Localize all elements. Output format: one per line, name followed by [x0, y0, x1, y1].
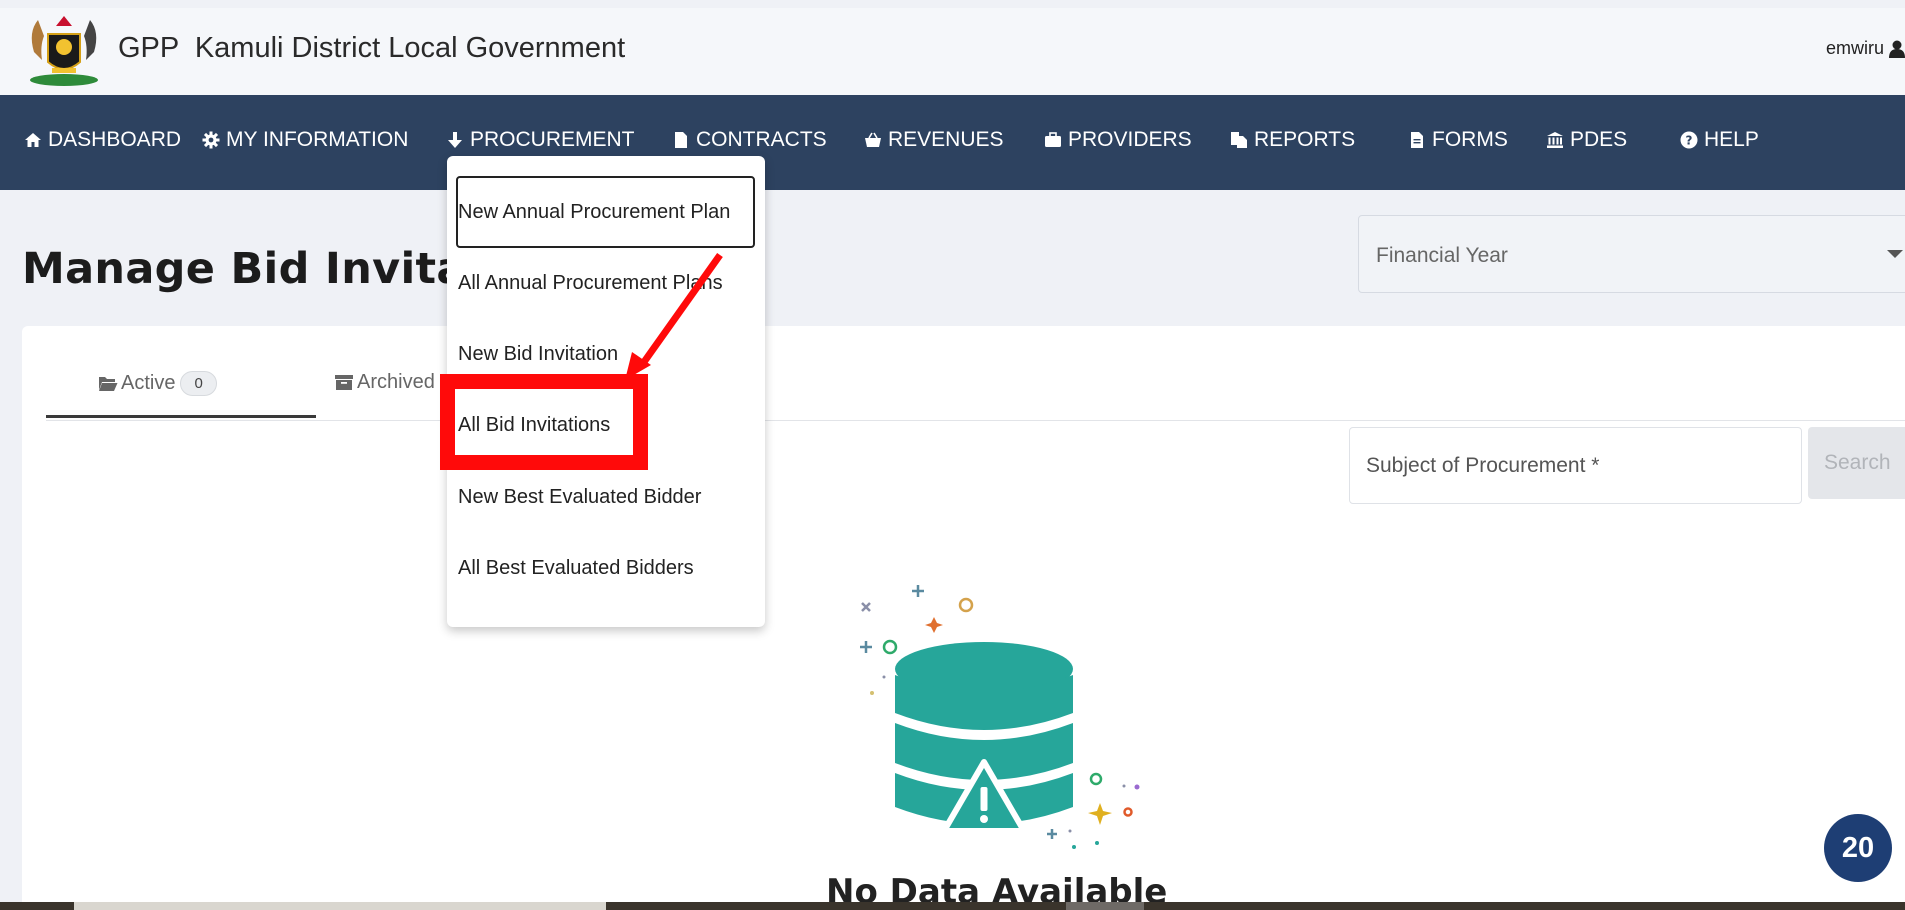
app-title: GPP Kamuli District Local Government — [118, 32, 626, 64]
tab-label: Active — [121, 372, 176, 394]
menu-item-new-annual-procurement-plan[interactable]: New Annual Procurement Plan — [458, 201, 730, 224]
question-icon: ? — [1680, 131, 1698, 149]
folder-open-icon — [99, 377, 118, 391]
nav-procurement[interactable]: PROCUREMENT — [446, 128, 635, 152]
annotation-highlight-box — [440, 374, 648, 470]
bank-icon — [1547, 132, 1563, 148]
nav-forms[interactable]: FORMS — [1408, 128, 1508, 152]
financial-year-select[interactable]: Financial Year — [1358, 215, 1905, 293]
tab-label: Archived — [357, 371, 435, 393]
menu-item-new-best-evaluated-bidder[interactable]: New Best Evaluated Bidder — [458, 486, 701, 509]
nav-pdes[interactable]: PDES — [1546, 128, 1627, 152]
user-icon — [1889, 40, 1905, 58]
nav-providers[interactable]: PROVIDERS — [1044, 128, 1192, 152]
nav-reports[interactable]: REPORTS — [1230, 128, 1355, 152]
nav-label: REVENUES — [888, 128, 1004, 151]
active-tab-indicator — [46, 415, 316, 418]
count-badge: 0 — [180, 371, 217, 396]
user-menu[interactable]: emwiru — [1826, 38, 1905, 59]
nav-contracts[interactable]: CONTRACTS — [672, 128, 827, 152]
menu-item-all-best-evaluated-bidders[interactable]: All Best Evaluated Bidders — [458, 557, 694, 580]
basket-icon — [865, 132, 881, 147]
arrow-down-icon — [448, 132, 462, 148]
tab-archived[interactable]: Archived — [334, 371, 435, 394]
home-icon — [25, 133, 41, 147]
menu-item-all-annual-procurement-plans[interactable]: All Annual Procurement Plans — [458, 272, 723, 295]
bottom-taskbar-strip — [0, 902, 1905, 910]
file-icon — [675, 132, 687, 148]
tab-active[interactable]: Active 0 — [98, 371, 217, 396]
nav-label: CONTRACTS — [696, 128, 827, 151]
gear-icon — [202, 131, 220, 149]
file-text-icon — [1411, 132, 1423, 148]
step-counter-badge: 20 — [1824, 814, 1892, 882]
nav-label: PROCUREMENT — [470, 128, 635, 151]
tabs-divider — [46, 420, 1905, 421]
nav-label: PDES — [1570, 128, 1628, 151]
nav-label: HELP — [1704, 128, 1759, 151]
copy-file-icon — [1231, 132, 1247, 148]
briefcase-icon — [1045, 132, 1061, 147]
archive-icon — [335, 375, 353, 390]
nav-label: PROVIDERS — [1068, 128, 1192, 151]
nav-revenues[interactable]: REVENUES — [864, 128, 1004, 152]
search-button[interactable]: Search — [1808, 427, 1905, 499]
nav-dashboard[interactable]: DASHBOARD — [24, 128, 181, 152]
nav-help[interactable]: ? HELP — [1680, 128, 1759, 152]
top-header: GPP Kamuli District Local Government emw… — [0, 8, 1905, 95]
financial-year-placeholder: Financial Year — [1376, 244, 1508, 267]
chevron-down-icon — [1887, 250, 1903, 258]
nav-label: MY INFORMATION — [226, 128, 409, 151]
database-warning-icon — [860, 585, 1140, 849]
nav-label: REPORTS — [1254, 128, 1356, 151]
subject-of-procurement-input[interactable] — [1349, 427, 1802, 504]
nav-my-information[interactable]: MY INFORMATION — [202, 128, 408, 152]
nav-label: DASHBOARD — [48, 128, 182, 151]
username: emwiru — [1825, 38, 1884, 58]
svg-text:?: ? — [1686, 134, 1693, 148]
coat-of-arms-logo — [30, 16, 98, 86]
main-navbar: DASHBOARD MY INFORMATION PROCUREMENT CON… — [0, 95, 1905, 190]
menu-item-new-bid-invitation[interactable]: New Bid Invitation — [458, 343, 618, 366]
nav-label: FORMS — [1432, 128, 1508, 151]
